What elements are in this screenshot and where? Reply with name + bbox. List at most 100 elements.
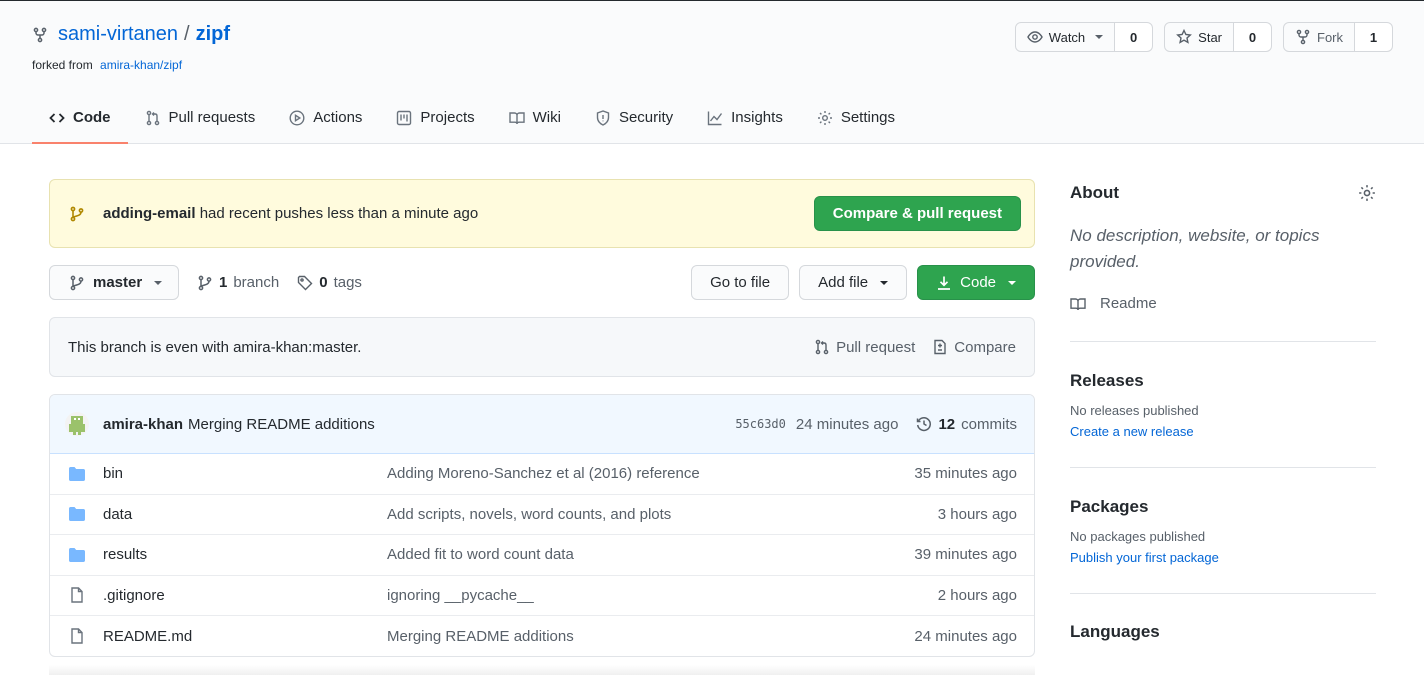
branch-icon <box>197 275 213 291</box>
tab-settings[interactable]: Settings <box>800 93 912 144</box>
chevron-down-icon <box>1008 280 1016 285</box>
commit-author-link[interactable]: amira-khan <box>103 416 183 433</box>
commit-message-link[interactable]: Merging README additions <box>188 416 735 433</box>
languages-title: Languages <box>1070 622 1160 641</box>
branches-link[interactable]: 1 branch <box>197 274 279 291</box>
tab-security[interactable]: Security <box>578 93 690 144</box>
file-name-link[interactable]: README.md <box>103 628 387 645</box>
star-icon <box>1176 29 1193 45</box>
file-age: 39 minutes ago <box>914 546 1017 564</box>
gear-icon <box>817 110 833 126</box>
commit-sha-link[interactable]: 55c63d0 <box>735 417 786 431</box>
tags-link[interactable]: 0 tags <box>297 274 362 291</box>
file-name-link[interactable]: data <box>103 506 387 523</box>
branch-select-button[interactable]: master <box>49 265 179 300</box>
watch-count[interactable]: 0 <box>1115 22 1154 52</box>
latest-commit-row: amira-khan Merging README additions 55c6… <box>50 395 1034 454</box>
shield-icon <box>595 109 611 126</box>
languages-section: Languages <box>1070 594 1376 642</box>
history-icon <box>916 416 932 432</box>
tab-pull-requests[interactable]: Pull requests <box>128 93 273 144</box>
tab-label: Security <box>618 109 674 126</box>
avatar[interactable] <box>65 412 89 436</box>
watch-button[interactable]: Watch <box>1014 22 1116 52</box>
watch-label: Watch <box>1048 29 1086 45</box>
go-to-file-button[interactable]: Go to file <box>691 265 790 300</box>
repo-separator: / <box>184 23 190 45</box>
repo-sidebar: About No description, website, or topics… <box>1070 179 1376 642</box>
file-commit-link[interactable]: Merging README additions <box>387 628 914 645</box>
tab-label: Actions <box>313 109 363 126</box>
create-release-link[interactable]: Create a new release <box>1070 424 1376 439</box>
recent-push-message: adding-email had recent pushes less than… <box>103 205 814 222</box>
file-name-link[interactable]: bin <box>103 465 387 482</box>
file-commit-link[interactable]: Added fit to word count data <box>387 546 914 563</box>
file-icon <box>68 587 86 603</box>
fork-count[interactable]: 1 <box>1355 22 1393 52</box>
commit-history-link[interactable]: 12 commits <box>916 416 1017 433</box>
gear-icon[interactable] <box>1358 184 1376 202</box>
tab-projects[interactable]: Projects <box>379 93 491 144</box>
tag-count-label: tags <box>333 274 362 291</box>
repo-forked-icon <box>1295 29 1311 45</box>
forked-from-link[interactable]: amira-khan/zipf <box>100 58 182 72</box>
tab-code[interactable]: Code <box>32 93 128 144</box>
releases-title[interactable]: Releases <box>1070 371 1376 391</box>
file-list: amira-khan Merging README additions 55c6… <box>49 394 1035 657</box>
folder-icon <box>68 547 86 563</box>
repo-forked-icon <box>32 27 48 43</box>
tab-label: Code <box>73 109 111 126</box>
fork-label: Fork <box>1317 29 1343 45</box>
table-row[interactable]: README.md Merging README additions 24 mi… <box>50 616 1034 656</box>
forked-from-note: forked from amira-khan/zipf <box>32 58 182 72</box>
file-name-link[interactable]: .gitignore <box>103 587 387 604</box>
repo-owner-link[interactable]: sami-virtanen <box>58 23 178 46</box>
code-icon <box>49 110 65 126</box>
file-commit-link[interactable]: Add scripts, novels, word counts, and pl… <box>387 506 938 523</box>
table-row[interactable]: .gitignore ignoring __pycache__ 2 hours … <box>50 576 1034 616</box>
about-description: No description, website, or topics provi… <box>1070 226 1320 271</box>
graph-icon <box>707 110 723 126</box>
file-age: 35 minutes ago <box>914 465 1017 483</box>
compare-pull-request-button[interactable]: Compare & pull request <box>813 196 1021 231</box>
table-row[interactable]: bin Adding Moreno-Sanchez et al (2016) r… <box>50 454 1034 495</box>
pull-request-label: Pull request <box>836 338 916 356</box>
branch-count: 1 <box>219 274 228 291</box>
readme-link[interactable]: Readme <box>1070 295 1376 312</box>
star-count[interactable]: 0 <box>1234 22 1272 52</box>
table-row[interactable]: results Added fit to word count data 39 … <box>50 535 1034 576</box>
tab-wiki[interactable]: Wiki <box>492 93 578 144</box>
tab-actions[interactable]: Actions <box>272 93 379 144</box>
pull-request-icon <box>145 110 161 126</box>
recent-push-branch: adding-email <box>103 205 196 222</box>
branch-status-box: This branch is even with amira-khan:mast… <box>49 317 1035 377</box>
releases-note: No releases published <box>1070 403 1199 418</box>
tab-label: Projects <box>420 109 475 126</box>
watch-group: Watch 0 <box>1014 22 1154 52</box>
file-commit-link[interactable]: ignoring __pycache__ <box>387 587 938 604</box>
fork-button[interactable]: Fork <box>1283 22 1355 52</box>
compare-link[interactable]: Compare <box>932 339 1016 356</box>
forked-from-label: forked from <box>32 58 93 72</box>
add-file-button[interactable]: Add file <box>799 265 908 300</box>
commit-time: 24 minutes ago <box>795 415 899 433</box>
folder-icon <box>68 466 86 482</box>
file-age: 24 minutes ago <box>914 627 1017 645</box>
repo-name-link[interactable]: zipf <box>196 23 230 46</box>
packages-title[interactable]: Packages <box>1070 497 1376 517</box>
branch-icon <box>69 275 85 291</box>
file-commit-link[interactable]: Adding Moreno-Sanchez et al (2016) refer… <box>387 465 914 482</box>
commit-count: 12 <box>938 415 956 433</box>
tab-insights[interactable]: Insights <box>690 93 800 144</box>
about-header: About <box>1070 179 1376 207</box>
table-row[interactable]: data Add scripts, novels, word counts, a… <box>50 495 1034 535</box>
branch-count-label: branch <box>233 274 280 291</box>
code-download-button[interactable]: Code <box>917 265 1035 300</box>
file-age: 3 hours ago <box>937 505 1017 523</box>
file-name-link[interactable]: results <box>103 546 387 563</box>
publish-package-link[interactable]: Publish your first package <box>1070 550 1376 565</box>
pull-request-link[interactable]: Pull request <box>814 339 915 356</box>
repo-tabs: Code Pull requests Actions Projects Wiki… <box>32 93 912 145</box>
file-navigation: master 1 branch 0 tags Go to file Add fi… <box>49 265 1035 300</box>
star-button[interactable]: Star <box>1164 22 1234 52</box>
